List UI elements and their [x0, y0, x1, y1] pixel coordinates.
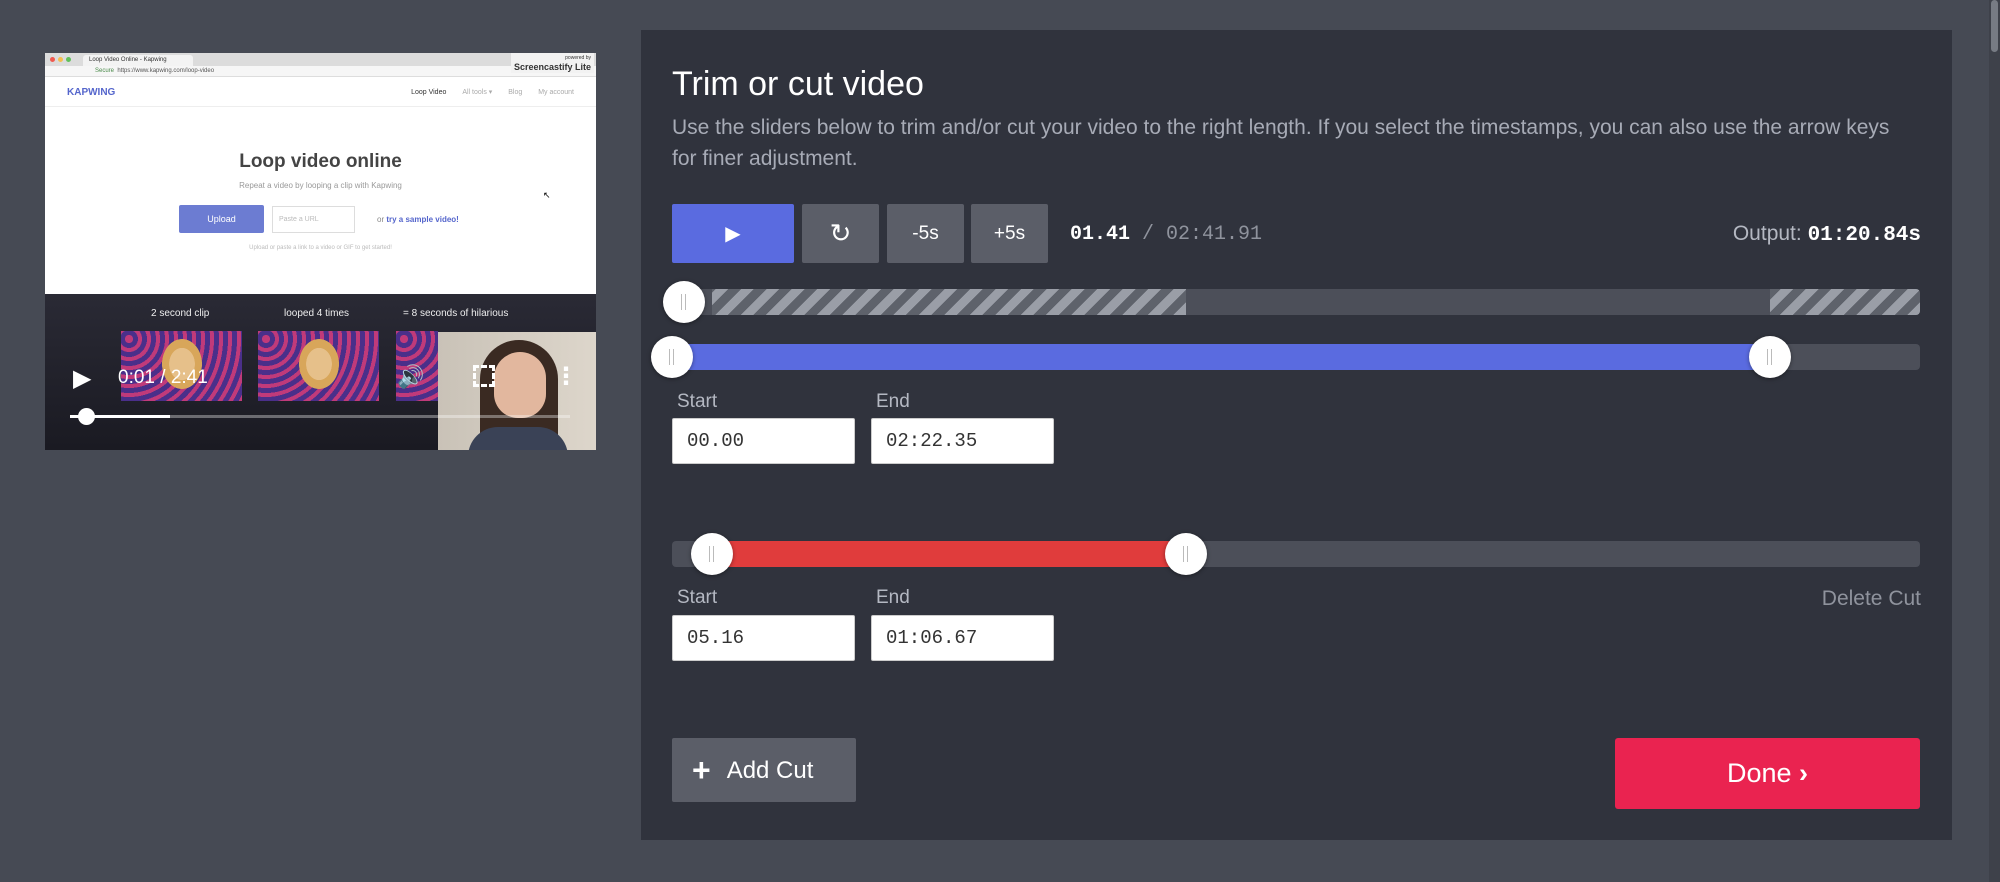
done-label: Done [1726, 758, 1792, 788]
site-title: Loop video online [239, 151, 402, 172]
site-or-text: or [377, 215, 385, 224]
play-icon[interactable]: ▶ [73, 364, 91, 393]
current-time: 01.41 [1070, 223, 1131, 246]
minimize-dot-icon [58, 57, 63, 62]
url-text: https://www.kapwing.com/loop-video [117, 68, 215, 74]
site-hint: Upload or paste a link to a video or GIF… [249, 245, 392, 251]
player-progress-bar[interactable] [70, 408, 570, 425]
site-url-field: Paste a URL [272, 206, 355, 233]
trim-end-input[interactable] [871, 418, 1054, 464]
screencastify-name: Screencastify Lite [513, 62, 591, 72]
recorded-browser-window: Loop Video Online - Kapwing powered by S… [45, 53, 596, 294]
webcam-overlay [438, 332, 596, 450]
trim-end-label: End [876, 391, 910, 412]
chevron-right-icon: › [1799, 758, 1809, 788]
site-logo: KAPWING [67, 87, 116, 98]
browser-tabbar: Loop Video Online - Kapwing powered by S… [45, 53, 596, 73]
cut-region-hatch [711, 289, 1187, 315]
site-sample-text: try a sample video! [386, 215, 459, 224]
video-preview[interactable]: Loop Video Online - Kapwing powered by S… [45, 53, 596, 450]
page-description: Use the sliders below to trim and/or cut… [672, 116, 1890, 170]
add-cut-label: Add Cut [726, 756, 814, 784]
trim-end-handle[interactable] [1749, 336, 1792, 378]
fullscreen-icon[interactable] [473, 365, 495, 387]
total-time: 02:41.91 [1166, 223, 1263, 246]
cut-slider[interactable] [672, 541, 1920, 567]
trim-start-label: Start [677, 391, 718, 412]
play-icon: ▶ [725, 223, 741, 245]
site-nav-loop-video: Loop Video [411, 89, 447, 96]
more-vertical-icon[interactable]: ⋮ [554, 362, 578, 391]
plus-icon: + [692, 751, 711, 788]
time-readout: 01.41 / 02:41.91 [1070, 223, 1262, 246]
site-nav: KAPWING Loop Video All tools ▾ Blog My a… [45, 77, 596, 107]
site-subtitle: Repeat a video by looping a clip with Ka… [239, 181, 402, 190]
replay-icon: ↻ [829, 218, 852, 248]
player-time: 0:01 / 2:41 [118, 367, 208, 388]
site-nav-blog: Blog [508, 89, 523, 96]
page-scrollbar[interactable] [1989, 0, 2000, 882]
time-separator: / [1130, 223, 1167, 246]
volume-icon[interactable]: 🔊 [397, 364, 424, 390]
screencastify-badge: powered by Screencastify Lite [510, 53, 594, 73]
cut-end-label: End [876, 587, 910, 608]
playhead-handle[interactable] [663, 281, 706, 323]
rewind-5s-button[interactable]: -5s [887, 204, 964, 263]
secure-label: Secure [95, 68, 115, 74]
trim-start-input[interactable] [672, 418, 855, 464]
clip-label: = 8 seconds of hilarious [403, 308, 509, 319]
trimmed-tail-hatch [1770, 289, 1920, 315]
add-cut-button[interactable]: + Add Cut [672, 738, 856, 802]
delete-cut-link[interactable]: Delete Cut [1822, 587, 1921, 611]
cut-start-handle[interactable] [690, 533, 733, 575]
maximize-dot-icon [66, 57, 71, 62]
trim-start-handle[interactable] [651, 336, 693, 378]
site-nav-links: Loop Video All tools ▾ Blog My account [397, 88, 574, 96]
site-upload-button: Upload [179, 205, 264, 233]
site-nav-all-tools: All tools ▾ [462, 89, 493, 96]
output-value: 01:20.84s [1807, 224, 1921, 247]
preview-timeline[interactable] [672, 289, 1920, 315]
close-dot-icon [50, 57, 55, 62]
clip-thumbnail [121, 331, 242, 401]
browser-tab: Loop Video Online - Kapwing [83, 55, 193, 66]
video-strip: 2 second clip looped 4 times = 8 seconds… [45, 294, 596, 450]
output-duration: Output: 01:20.84s [1733, 222, 1921, 247]
trim-panel: Trim or cut video Use the sliders below … [641, 30, 1952, 840]
cut-end-handle[interactable] [1165, 533, 1208, 575]
cut-start-label: Start [677, 587, 718, 608]
player-progress-knob[interactable] [78, 408, 95, 425]
trim-range-fill [672, 344, 1771, 370]
page-title: Trim or cut video [672, 65, 924, 103]
site-nav-account: My account [538, 89, 574, 96]
mouse-cursor-icon: ↖ [543, 190, 551, 200]
trim-slider[interactable] [672, 344, 1920, 370]
scrollbar-thumb[interactable] [1991, 0, 1998, 52]
forward-5s-button[interactable]: +5s [971, 204, 1048, 263]
site-sample-link: or try a sample video! [377, 215, 459, 224]
cut-range-fill [711, 541, 1187, 567]
clip-thumbnail [258, 331, 379, 401]
clip-label: 2 second clip [151, 308, 210, 319]
cut-start-input[interactable] [672, 615, 855, 661]
play-button[interactable]: ▶ [672, 204, 794, 263]
replay-button[interactable]: ↻ [802, 204, 879, 263]
output-label: Output: [1732, 222, 1802, 245]
cut-end-input[interactable] [871, 615, 1054, 661]
clip-label: looped 4 times [284, 308, 350, 319]
done-button[interactable]: Done › [1615, 738, 1920, 809]
